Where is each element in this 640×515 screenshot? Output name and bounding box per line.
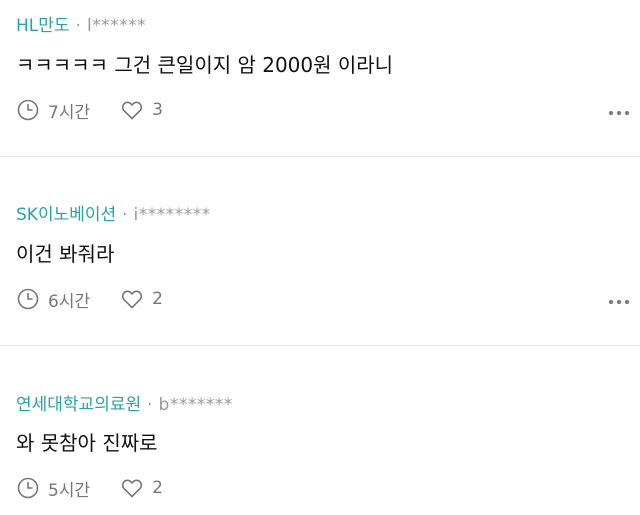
comment-stats: 5시간 2 [16,476,163,501]
clock-icon [17,288,39,310]
more-options-icon[interactable] [608,108,630,118]
company-name[interactable]: 연세대학교의료원 [16,395,141,415]
comment-divider [0,345,640,346]
like-button[interactable]: 3 [120,98,163,122]
more-options-icon[interactable] [608,297,630,307]
clock-icon [17,477,39,499]
comment-text: 와 못참아 진짜로 [16,431,158,455]
elapsed-time: 7시간 [48,102,91,123]
elapsed-time: 5시간 [48,480,91,501]
heart-icon [122,101,143,120]
comment-meta: HL만도 · l****** [16,16,146,36]
elapsed-time: 6시간 [48,291,91,312]
comment-stats: 6시간 2 [16,287,163,312]
like-button[interactable]: 2 [120,287,163,311]
company-name[interactable]: SK이노베이션 [16,205,116,225]
meta-separator: · [75,16,81,36]
like-count: 3 [152,100,163,120]
like-count: 2 [152,478,163,498]
user-id: l****** [86,16,147,36]
meta-separator: · [122,205,128,225]
user-id: b******* [158,395,233,415]
comment-text: 이건 봐줘라 [16,242,115,266]
clock-icon [17,99,39,121]
comment-stats: 7시간 3 [16,98,163,123]
like-count: 2 [152,289,163,309]
comment-divider [0,156,640,157]
heart-icon [122,290,143,309]
comment-meta: SK이노베이션 · i******** [16,205,211,225]
comment-text: ㅋㅋㅋㅋㅋ 그건 큰일이지 암 2000원 이라니 [16,53,394,77]
user-id: i******** [133,205,211,225]
like-button[interactable]: 2 [120,476,163,500]
heart-icon [122,479,143,498]
meta-separator: · [147,395,153,415]
company-name[interactable]: HL만도 [16,16,70,36]
comment-meta: 연세대학교의료원 · b******* [16,395,233,415]
